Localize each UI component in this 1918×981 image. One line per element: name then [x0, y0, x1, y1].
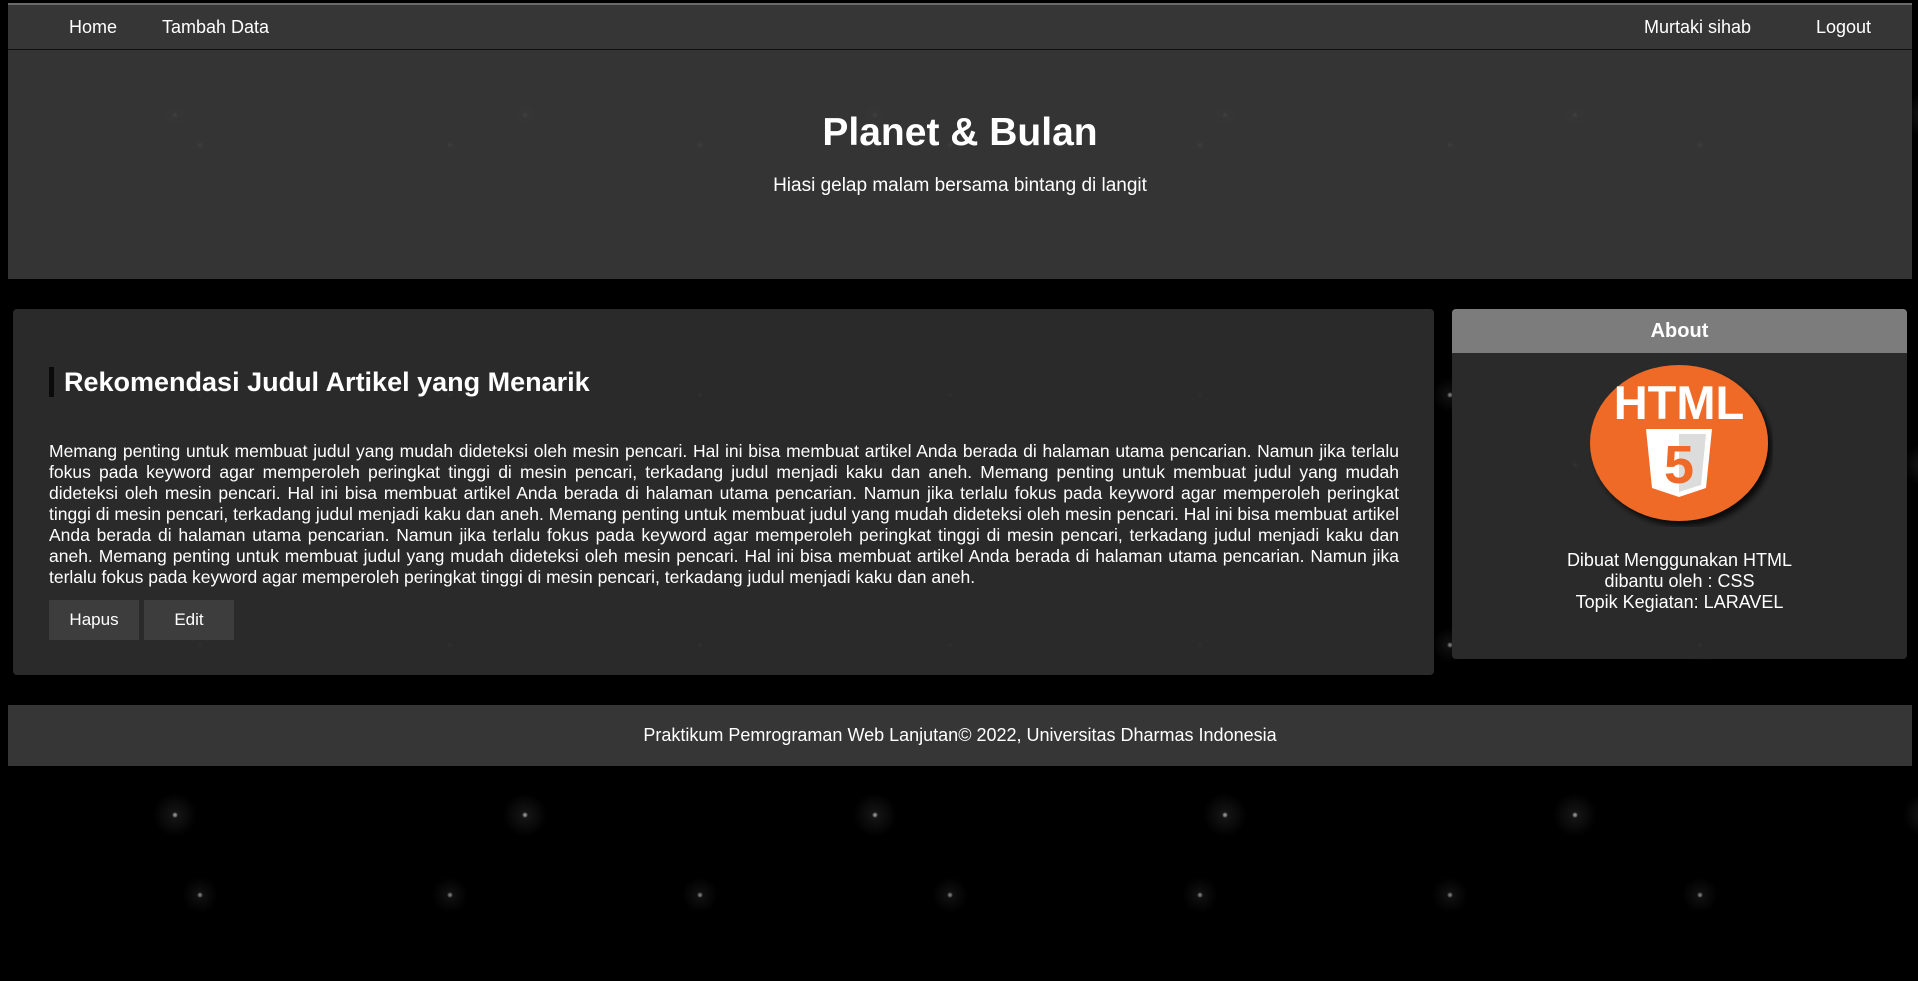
nav-user-link[interactable]: Murtaki sihab — [1644, 5, 1751, 49]
footer-text: Praktikum Pemrograman Web Lanjutan© 2022… — [643, 725, 1277, 745]
about-sidebar: About HTML 5 Dibuat Menggunakan HTML dib… — [1452, 309, 1907, 659]
page-title: Planet & Bulan — [822, 111, 1098, 154]
edit-button[interactable]: Edit — [144, 600, 234, 640]
page-footer: Praktikum Pemrograman Web Lanjutan© 2022… — [8, 705, 1912, 766]
logo-html-text: HTML — [1614, 376, 1745, 429]
page-subtitle: Hiasi gelap malam bersama bintang di lan… — [773, 175, 1147, 196]
article-card: Rekomendasi Judul Artikel yang Menarik M… — [13, 309, 1434, 675]
sidebar-line-html: Dibuat Menggunakan HTML — [1566, 550, 1793, 570]
article-body: Memang penting untuk membuat judul yang … — [49, 441, 1399, 587]
sidebar-line-css: dibantu oleh : CSS — [1604, 571, 1755, 591]
article-title: Rekomendasi Judul Artikel yang Menarik — [49, 367, 590, 397]
page-header: Planet & Bulan Hiasi gelap malam bersama… — [8, 50, 1912, 279]
sidebar-title: About — [1452, 309, 1907, 353]
nav-logout-link[interactable]: Logout — [1816, 5, 1871, 49]
nav-add-data-link[interactable]: Tambah Data — [162, 5, 269, 49]
sidebar-about-text: Dibuat Menggunakan HTML dibantu oleh : C… — [1452, 550, 1907, 613]
navbar: Home Tambah Data Murtaki sihab Logout — [8, 3, 1912, 50]
nav-home-link[interactable]: Home — [69, 5, 117, 49]
delete-button[interactable]: Hapus — [49, 600, 139, 640]
sidebar-line-topic: Topik Kegiatan: LARAVEL — [1575, 592, 1784, 612]
html5-logo-icon: HTML 5 — [1590, 365, 1768, 521]
logo-five-text: 5 — [1664, 435, 1694, 495]
